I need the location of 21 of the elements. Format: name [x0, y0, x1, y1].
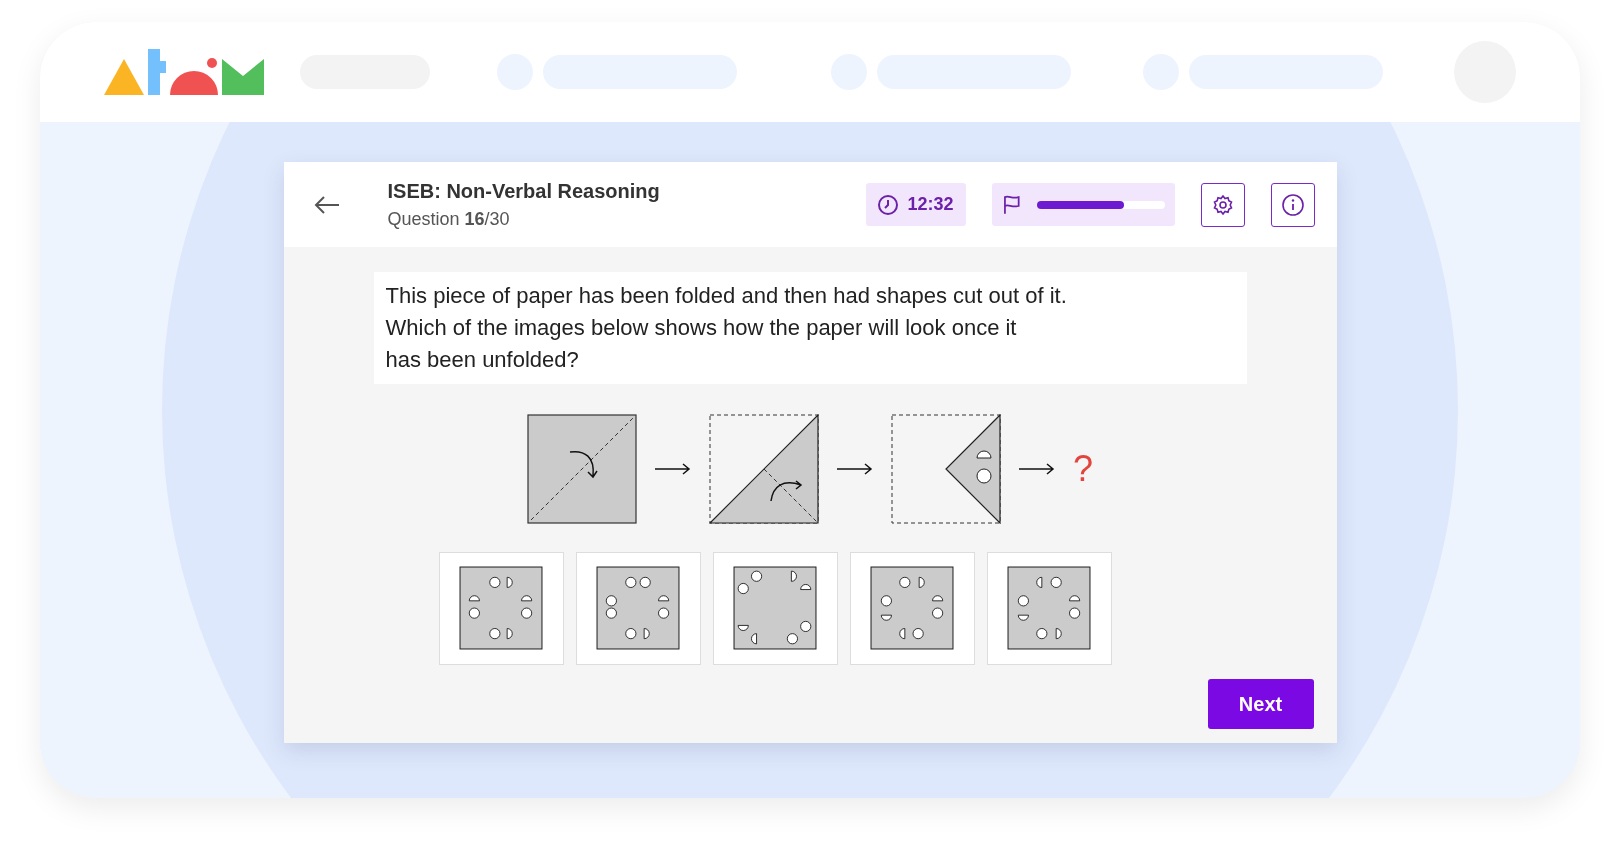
right-arrow-icon [1019, 462, 1055, 475]
question-counter: Question 16/30 [387, 208, 511, 231]
quiz-title: ISEB: Non-Verbal Reasoning [387, 179, 660, 204]
timer-icon [877, 193, 900, 216]
answer-option[interactable] [712, 551, 838, 665]
right-arrow-icon [655, 462, 691, 475]
info-button[interactable] [1270, 182, 1315, 227]
right-arrow-icon [837, 462, 873, 475]
settings-button[interactable] [1200, 182, 1245, 227]
timer-text: 12:32 [907, 193, 954, 216]
answer-option[interactable] [438, 551, 564, 665]
answer-option[interactable] [575, 551, 701, 665]
question-text: This piece of paper has been folded and then had shapes cut out of it. Which of the images below shows how the paper will look once it has been unfolded? [373, 272, 1247, 384]
next-button[interactable]: Next [1207, 678, 1314, 729]
info-icon [1280, 192, 1305, 217]
answer-option[interactable] [849, 551, 975, 665]
answer-option[interactable] [986, 551, 1112, 665]
flag-icon[interactable] [1001, 194, 1022, 215]
question-mark: ? [1073, 446, 1093, 491]
back-arrow-icon[interactable] [313, 195, 340, 214]
settings-icon [1211, 193, 1234, 216]
